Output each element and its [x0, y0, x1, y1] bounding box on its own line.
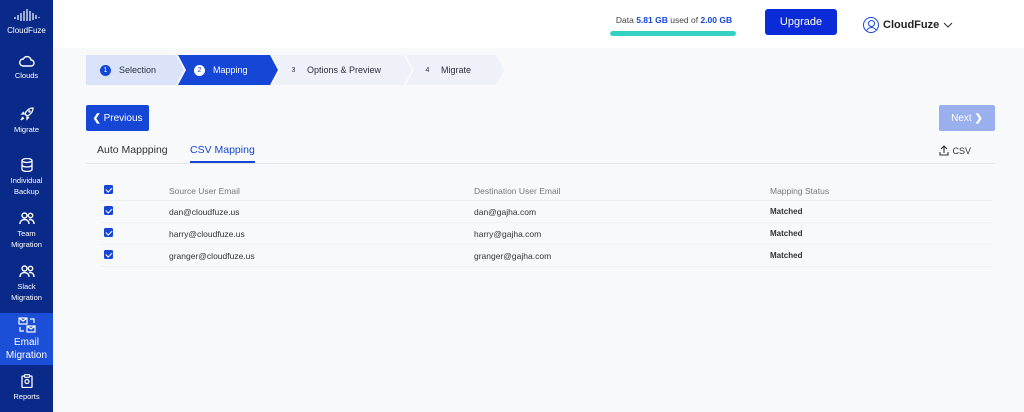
avatar-icon: [863, 17, 879, 33]
csv-label: CSV: [952, 145, 971, 156]
sidebar-item-label: Clouds: [14, 71, 39, 80]
source-email: harry@cloudfuze.us: [169, 229, 245, 239]
sidebar: CloudFuze Clouds Migrate Individual Back…: [0, 0, 53, 412]
sidebar-item-individual-backup[interactable]: Individual Backup: [0, 158, 53, 198]
chevron-right-icon: ❯: [974, 112, 983, 124]
sidebar-item-label: Slack Migration: [11, 282, 42, 302]
step-number: 2: [194, 65, 205, 76]
step-label: Migrate: [441, 65, 472, 75]
upgrade-button[interactable]: Upgrade: [765, 9, 837, 35]
step-number: 3: [291, 66, 296, 74]
sidebar-item-label: Team Migration: [11, 229, 42, 249]
row-checkbox[interactable]: [104, 250, 113, 259]
storage-usage-fill: [610, 31, 736, 36]
step-number: 4: [425, 66, 430, 74]
destination-email: harry@gajha.com: [474, 229, 542, 239]
step-label: Mapping: [213, 65, 248, 75]
step-migrate[interactable]: 4 Migrate: [406, 55, 504, 85]
tab-auto-mapping[interactable]: Auto Mappping: [97, 144, 168, 156]
column-header-source: Source User Email: [169, 186, 240, 196]
mapping-status: Matched: [770, 207, 803, 216]
storage-usage-text: Data 5.81 GB used of 2.00 GB: [609, 15, 739, 25]
next-button[interactable]: Next ❯: [939, 105, 995, 131]
brand-name: CloudFuze: [7, 26, 46, 35]
mapping-table: Source User Email Destination User Email…: [100, 180, 992, 267]
step-label: Selection: [119, 65, 157, 75]
sidebar-item-slack-migration[interactable]: Slack Migration: [0, 265, 53, 305]
users-icon: [18, 212, 35, 225]
usage-used: 5.81 GB: [636, 15, 668, 25]
column-header-status: Mapping Status: [770, 186, 830, 196]
sidebar-item-reports[interactable]: Reports: [0, 374, 53, 404]
top-header: Data 5.81 GB used of 2.00 GB Upgrade Clo…: [53, 0, 1024, 48]
sidebar-item-label: Migrate: [13, 125, 39, 134]
table-header-row: Source User Email Destination User Email…: [100, 180, 992, 201]
rocket-icon: [19, 107, 34, 121]
sidebar-item-team-migration[interactable]: Team Migration: [0, 212, 53, 252]
sidebar-item-email-migration[interactable]: Email Migration: [0, 313, 53, 365]
sidebar-item-migrate[interactable]: Migrate: [0, 107, 53, 137]
step-mapping[interactable]: 2 Mapping: [178, 55, 278, 85]
tab-csv-mapping[interactable]: CSV Mapping: [190, 144, 255, 163]
select-all-checkbox[interactable]: [104, 185, 113, 194]
sidebar-item-label: Reports: [13, 392, 40, 401]
table-row: harry@cloudfuze.us harry@gajha.com Match…: [100, 223, 992, 245]
next-label: Next: [951, 112, 972, 124]
step-label: Options & Preview: [307, 65, 382, 75]
sidebar-item-clouds[interactable]: Clouds: [0, 55, 53, 85]
upload-icon: [939, 145, 950, 156]
database-icon: [20, 158, 33, 172]
storage-usage-bar: [610, 31, 736, 36]
previous-label: Previous: [103, 112, 143, 124]
chevron-left-icon: ❮: [92, 112, 101, 124]
table-row: granger@cloudfuze.us granger@gajha.com M…: [100, 245, 992, 267]
account-name: CloudFuze: [883, 19, 940, 31]
mapping-tabs: Auto Mappping CSV Mapping CSV: [86, 140, 995, 164]
row-checkbox[interactable]: [104, 228, 113, 237]
step-number: 1: [100, 65, 111, 76]
mapping-status: Matched: [770, 229, 803, 238]
sidebar-item-label: Email Migration: [5, 337, 48, 361]
mapping-status: Matched: [770, 251, 803, 260]
users-icon: [18, 265, 35, 278]
row-checkbox[interactable]: [104, 206, 113, 215]
usage-total: 2.00 GB: [700, 15, 733, 25]
sidebar-item-label: Individual Backup: [10, 176, 43, 196]
source-email: dan@cloudfuze.us: [169, 207, 240, 217]
step-selection[interactable]: 1 Selection: [86, 55, 184, 85]
destination-email: granger@gajha.com: [474, 251, 552, 261]
usage-mid: used of: [667, 15, 701, 25]
brand-logo[interactable]: CloudFuze: [0, 8, 53, 35]
source-email: granger@cloudfuze.us: [169, 251, 255, 261]
mail-swap-icon: [17, 317, 36, 333]
previous-button[interactable]: ❮ Previous: [86, 105, 149, 131]
table-row: dan@cloudfuze.us dan@gajha.com Matched: [100, 201, 992, 223]
clipboard-icon: [20, 374, 33, 388]
chevron-down-icon: [943, 22, 953, 28]
usage-prefix: Data: [615, 15, 637, 25]
column-header-destination: Destination User Email: [474, 186, 561, 196]
account-menu[interactable]: CloudFuze: [863, 16, 953, 34]
cloud-icon: [18, 55, 35, 67]
cloudfuze-logo-icon: [13, 9, 40, 21]
destination-email: dan@gajha.com: [474, 207, 537, 217]
csv-upload-button[interactable]: CSV: [939, 145, 971, 156]
step-options-preview[interactable]: 3 Options & Preview: [272, 55, 412, 85]
